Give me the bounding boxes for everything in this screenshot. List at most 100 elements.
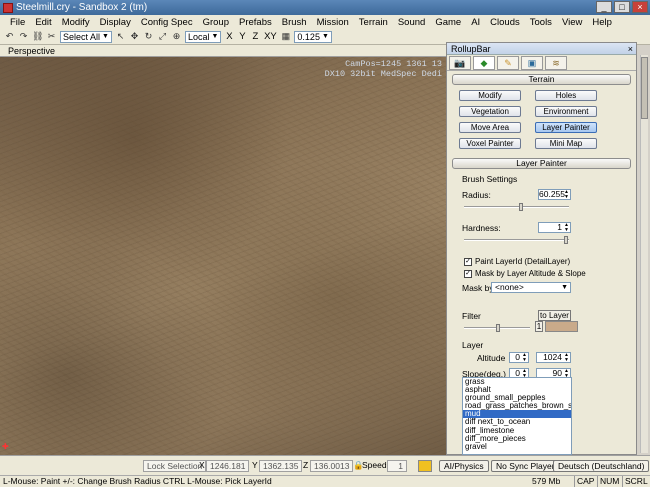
menu-view[interactable]: View	[562, 17, 582, 28]
menu-terrain[interactable]: Terrain	[359, 17, 388, 28]
radius-spinner[interactable]: 60.255 ▲ ▼	[538, 189, 571, 200]
redo-icon[interactable]: ↷	[18, 31, 29, 42]
mask-by-dropdown[interactable]: <none> ▼	[491, 282, 571, 293]
grid-size-dropdown[interactable]: 0.125 ▼	[294, 30, 332, 43]
menu-brush[interactable]: Brush	[282, 17, 307, 28]
filter-slider[interactable]	[464, 324, 530, 332]
menu-display[interactable]: Display	[100, 17, 131, 28]
select-icon[interactable]: ↖	[115, 31, 126, 42]
link-icon[interactable]: ⛓	[32, 31, 43, 42]
mask-altitude-slope-checkbox[interactable]: ✓ Mask by Layer Altitude & Slope	[464, 269, 586, 278]
coord-system-dropdown[interactable]: Local ▼	[184, 30, 222, 43]
select-filter-dropdown[interactable]: Select All ▼	[60, 30, 112, 43]
unlink-icon[interactable]: ✂	[46, 31, 57, 42]
to-layer-button[interactable]: to Layer	[538, 310, 571, 321]
y-coord-field[interactable]: 1362.135	[259, 460, 303, 472]
minimize-button[interactable]: _	[596, 1, 612, 13]
modify-button[interactable]: Modify	[459, 90, 521, 101]
radius-slider[interactable]	[464, 203, 569, 211]
objects-tab-icon[interactable]: 📷	[449, 56, 471, 70]
status-message: L-Mouse: Paint +/-: Change Brush Radius …	[3, 476, 272, 486]
spinner-arrows-icon[interactable]: ▲ ▼	[564, 353, 569, 363]
filter-color-swatch[interactable]	[545, 321, 578, 332]
rollup-scrollbar[interactable]	[640, 55, 648, 453]
app-icon	[3, 3, 13, 13]
perspective-viewport[interactable]: CamPos=1245 1361 13 DX10 32bit MedSpec D…	[0, 57, 446, 455]
axis-x-button[interactable]: X	[224, 31, 234, 42]
menu-ai[interactable]: AI	[471, 17, 480, 28]
hardness-spinner[interactable]: 1 ▲ ▼	[538, 222, 571, 233]
brush-settings-label: Brush Settings	[462, 174, 518, 184]
move-area-button[interactable]: Move Area	[459, 122, 521, 133]
axis-xy-button[interactable]: XY	[263, 31, 277, 42]
axis-gizmo-icon: ✚	[2, 442, 9, 451]
spinner-arrows-icon[interactable]: ▲ ▼	[564, 190, 569, 200]
snap-icon[interactable]: ⊕	[171, 31, 182, 42]
move-icon[interactable]: ✥	[129, 31, 140, 42]
menu-config-spec[interactable]: Config Spec	[141, 17, 193, 28]
hardness-slider[interactable]	[464, 236, 569, 244]
modeling-tab-icon[interactable]: ✎	[497, 56, 519, 70]
altitude-min-spinner[interactable]: 0 ▲ ▼	[509, 352, 529, 363]
scale-icon[interactable]: ⤢	[157, 31, 168, 42]
filter-value[interactable]: 1	[535, 321, 543, 332]
layers-tab-icon[interactable]: ≋	[545, 56, 567, 70]
terrain-section-header[interactable]: Terrain	[452, 74, 631, 85]
ai-physics-button[interactable]: AI/Physics	[439, 460, 489, 472]
altitude-max-spinner[interactable]: 1024 ▲ ▼	[536, 352, 571, 363]
layer-list[interactable]: grass asphalt ground_small_pepples road_…	[462, 377, 572, 455]
menu-mission[interactable]: Mission	[317, 17, 349, 28]
radius-slider-thumb[interactable]	[519, 203, 523, 211]
hardness-slider-thumb[interactable]	[564, 236, 568, 244]
voxel-painter-button[interactable]: Voxel Painter	[459, 138, 521, 149]
holes-button[interactable]: Holes	[535, 90, 597, 101]
x-coord-field[interactable]: 1246.181	[206, 460, 250, 472]
menu-help[interactable]: Help	[592, 17, 612, 28]
rollup-title: RollupBar	[451, 44, 491, 54]
axis-y-button[interactable]: Y	[237, 31, 247, 42]
menu-prefabs[interactable]: Prefabs	[239, 17, 272, 28]
menu-game[interactable]: Game	[435, 17, 461, 28]
chevron-down-icon: ▼	[321, 32, 329, 40]
undo-icon[interactable]: ↶	[4, 31, 15, 42]
rollup-close-icon[interactable]: ×	[628, 43, 633, 55]
layer-painter-button[interactable]: Layer Painter	[535, 122, 597, 133]
altitude-min-value: 0	[515, 352, 520, 362]
mask-by-label: Mask by	[462, 283, 494, 293]
menu-file[interactable]: File	[10, 17, 25, 28]
menu-modify[interactable]: Modify	[62, 17, 90, 28]
speed-field[interactable]: 1	[387, 460, 407, 472]
maximize-button[interactable]: □	[614, 1, 630, 13]
terrain-follow-icon[interactable]	[418, 460, 432, 472]
no-sync-player-button[interactable]: No Sync Player	[491, 460, 560, 472]
axis-z-button[interactable]: Z	[250, 31, 260, 42]
scrollbar-thumb[interactable]	[641, 57, 648, 119]
viewport-label[interactable]: Perspective	[8, 46, 55, 56]
filter-slider-thumb[interactable]	[496, 324, 500, 332]
hardness-value: 1	[557, 222, 562, 232]
rotate-icon[interactable]: ↻	[143, 31, 154, 42]
mini-map-button[interactable]: Mini Map	[535, 138, 597, 149]
terrain-tab-icon[interactable]: ◆	[473, 56, 495, 70]
vegetation-button[interactable]: Vegetation	[459, 106, 521, 117]
grid-icon[interactable]: ▦	[280, 31, 291, 42]
menu-sound[interactable]: Sound	[398, 17, 425, 28]
menu-edit[interactable]: Edit	[35, 17, 51, 28]
x-coord-label: X	[199, 460, 205, 470]
status-bar: L-Mouse: Paint +/-: Change Brush Radius …	[0, 475, 650, 487]
speed-label: Speed:	[362, 460, 389, 470]
list-item[interactable]: gravel	[463, 442, 571, 451]
close-button[interactable]: ×	[632, 1, 648, 13]
menu-group[interactable]: Group	[203, 17, 229, 28]
lock-selection-button[interactable]: Lock Selection	[143, 460, 207, 472]
display-tab-icon[interactable]: ▣	[521, 56, 543, 70]
environment-button[interactable]: Environment	[535, 106, 597, 117]
menu-tools[interactable]: Tools	[530, 17, 552, 28]
menu-clouds[interactable]: Clouds	[490, 17, 520, 28]
spinner-arrows-icon[interactable]: ▲ ▼	[522, 353, 527, 363]
altitude-label: Altitude	[477, 353, 506, 363]
paint-layerid-checkbox[interactable]: ✓ Paint LayerId (DetailLayer)	[464, 257, 570, 266]
language-indicator[interactable]: Deutsch (Deutschland)	[553, 460, 650, 472]
z-coord-field[interactable]: 136.0013	[310, 460, 354, 472]
spinner-arrows-icon[interactable]: ▲ ▼	[564, 223, 569, 233]
